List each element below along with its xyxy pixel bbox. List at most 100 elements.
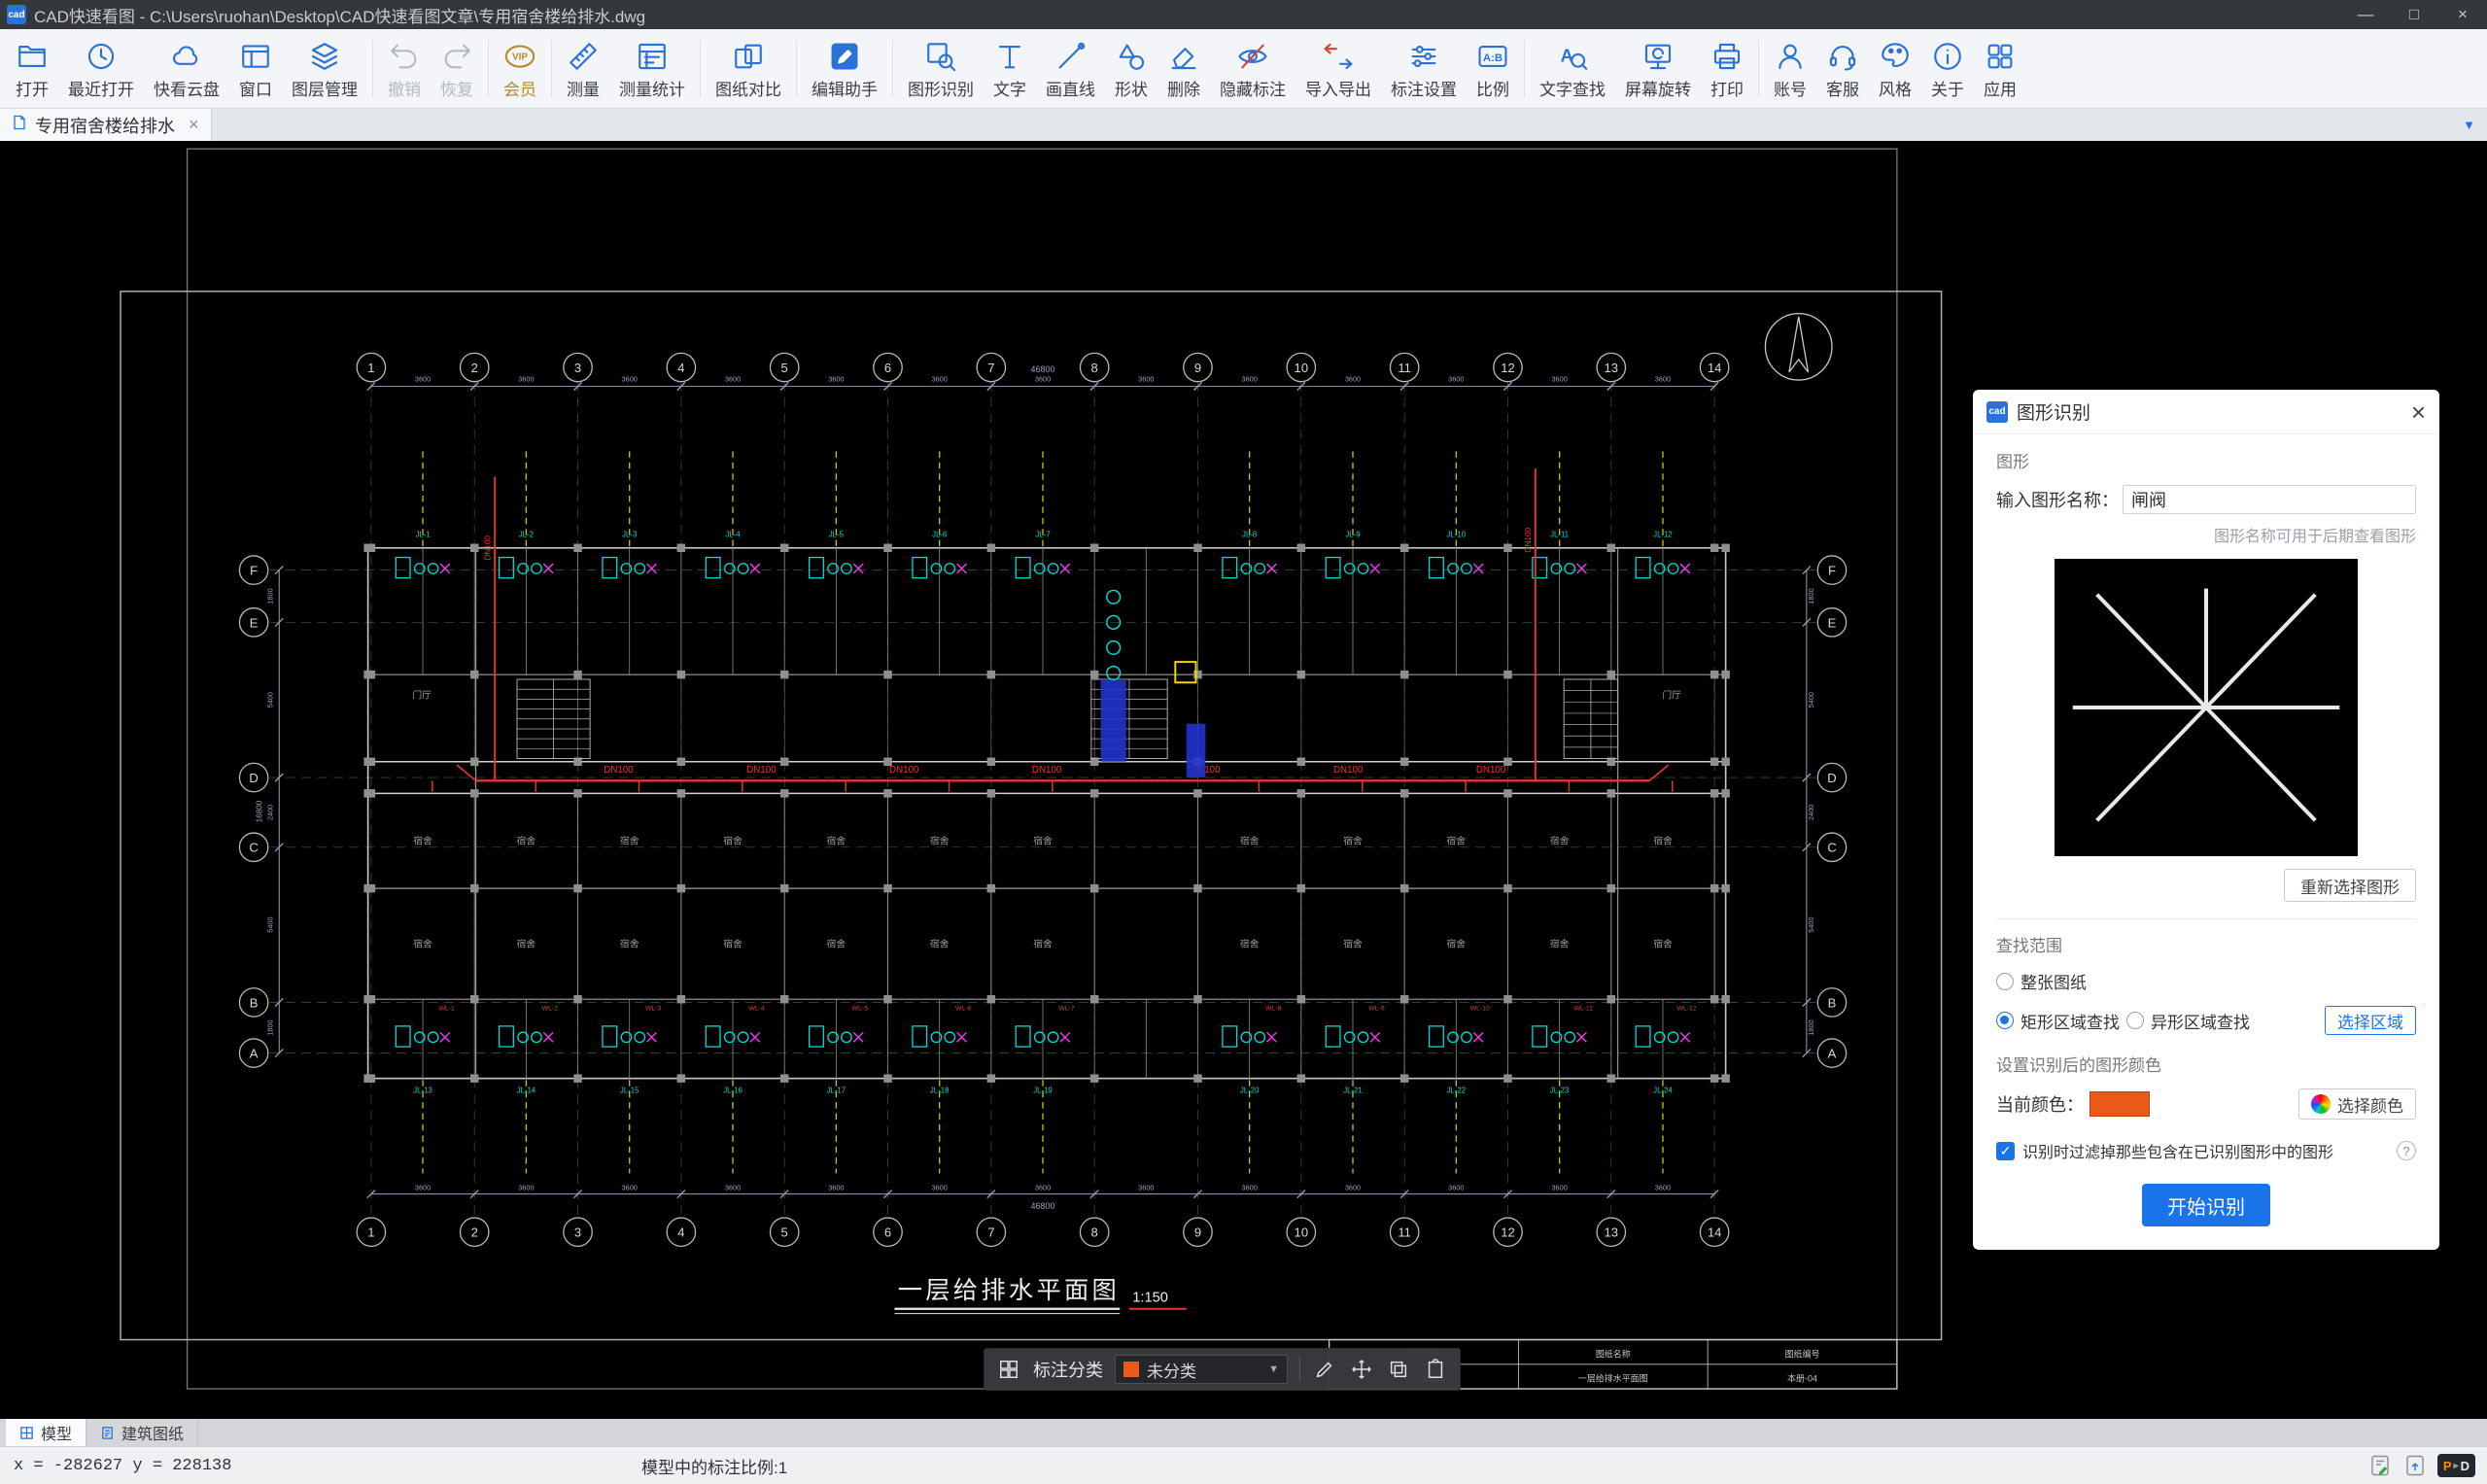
pdf-convert-icon[interactable]: P ▸ D xyxy=(2437,1454,2475,1477)
svg-text:JL-24: JL-24 xyxy=(1653,1086,1673,1094)
drawing-canvas[interactable]: 11223344556677889910101111121213131414FF… xyxy=(0,141,2487,1419)
start-recognition-button[interactable]: 开始识别 xyxy=(2142,1184,2270,1226)
select-color-button[interactable]: 选择颜色 xyxy=(2298,1088,2416,1120)
toolbar-about[interactable]: 关于 xyxy=(1921,34,1974,104)
dialog-header[interactable]: cad 图形识别 × xyxy=(1973,390,2439,434)
radio-whole-drawing[interactable] xyxy=(1996,973,2014,990)
toolbar-layers[interactable]: 图层管理 xyxy=(282,34,367,104)
app-logo-icon: cad xyxy=(7,5,26,24)
svg-text:3: 3 xyxy=(574,1225,581,1240)
toolbar-style[interactable]: 风格 xyxy=(1869,34,1921,104)
category-grid-icon[interactable] xyxy=(996,1357,1021,1382)
shape-name-hint: 图形名称可用于后期查看图形 xyxy=(1996,523,2416,546)
tab-close-icon[interactable]: × xyxy=(189,115,199,135)
paste-annotation-icon[interactable] xyxy=(1423,1357,1448,1382)
toolbar-annotation-settings[interactable]: 标注设置 xyxy=(1381,34,1467,104)
toolbar-scale[interactable]: A:B比例 xyxy=(1467,34,1519,104)
redo-icon xyxy=(440,38,473,75)
toolbar-line[interactable]: 画直线 xyxy=(1036,34,1105,104)
range-section-label: 查找范围 xyxy=(1996,932,2416,956)
toolbar-rotate[interactable]: 屏幕旋转 xyxy=(1615,34,1701,104)
svg-text:6: 6 xyxy=(884,1225,891,1240)
toolbar-recent[interactable]: 最近打开 xyxy=(58,34,144,104)
image-export-icon[interactable] xyxy=(2402,1453,2428,1478)
radio-poly-area[interactable] xyxy=(2126,1012,2144,1029)
account-icon xyxy=(1774,38,1807,75)
svg-text:3600: 3600 xyxy=(1655,1184,1671,1192)
svg-text:A: A xyxy=(250,1046,259,1060)
category-dropdown[interactable]: 未分类 ▼ xyxy=(1115,1355,1288,1384)
svg-text:46800: 46800 xyxy=(1031,1201,1055,1211)
svg-text:JL-13: JL-13 xyxy=(413,1086,432,1094)
edit-annotation-icon[interactable] xyxy=(1312,1357,1337,1382)
svg-text:一层给排水平面图: 一层给排水平面图 xyxy=(1578,1373,1648,1384)
toolbar-measure[interactable]: 测量 xyxy=(557,34,609,104)
tab-building-drawings[interactable]: 建筑图纸 xyxy=(86,1419,198,1446)
toolbar-recognition[interactable]: 图形识别 xyxy=(898,34,984,104)
tabbar-dropdown-icon[interactable]: ▼ xyxy=(2463,118,2475,132)
toolbar-vip[interactable]: VIP会员 xyxy=(494,34,546,104)
document-tab[interactable]: 专用宿舍楼给排水 × xyxy=(0,109,212,141)
help-icon[interactable]: ? xyxy=(2397,1141,2416,1160)
svg-text:宿舍: 宿舍 xyxy=(620,835,639,847)
minimize-button[interactable]: — xyxy=(2341,0,2390,29)
toolbar-delete[interactable]: 删除 xyxy=(1157,34,1210,104)
close-icon[interactable]: × xyxy=(2411,399,2426,425)
svg-text:宿舍: 宿舍 xyxy=(517,937,536,949)
svg-text:3600: 3600 xyxy=(1655,375,1671,384)
toolbar-shapes[interactable]: 形状 xyxy=(1105,34,1157,104)
reselect-shape-button[interactable]: 重新选择图形 xyxy=(2284,869,2416,902)
toolbar-text[interactable]: 文字 xyxy=(984,34,1036,104)
select-area-button[interactable]: 选择区域 xyxy=(2325,1006,2416,1035)
toolbar-account[interactable]: 账号 xyxy=(1764,34,1816,104)
toolbar-import-export[interactable]: 导入导出 xyxy=(1295,34,1381,104)
svg-text:3600: 3600 xyxy=(1345,1184,1361,1192)
toolbar-edit-assistant[interactable]: 编辑助手 xyxy=(802,34,887,104)
about-icon xyxy=(1931,38,1964,75)
toolbar-text-search[interactable]: A文字查找 xyxy=(1530,34,1615,104)
recent-icon xyxy=(85,38,118,75)
toolbar-open[interactable]: 打开 xyxy=(6,34,58,104)
copy-annotation-icon[interactable] xyxy=(1386,1357,1411,1382)
radio-poly-area-label: 异形区域查找 xyxy=(2151,1009,2250,1033)
svg-text:3600: 3600 xyxy=(415,1184,431,1192)
toolbar-support[interactable]: 客服 xyxy=(1816,34,1869,104)
toolbar-cloud[interactable]: 快看云盘 xyxy=(144,34,229,104)
toolbar-separator xyxy=(488,41,489,97)
toolbar-apps[interactable]: 应用 xyxy=(1974,34,2026,104)
radio-rect-area[interactable] xyxy=(1996,1012,2014,1029)
current-color-label: 当前颜色： xyxy=(1996,1091,2084,1117)
dialog-body: 图形 输入图形名称： 图形名称可用于后期查看图形 重新选择图形 查找范围 整张图… xyxy=(1973,434,2439,1250)
shape-name-input[interactable] xyxy=(2123,485,2416,514)
toolbar-compare[interactable]: 图纸对比 xyxy=(706,34,791,104)
divider xyxy=(1996,918,2416,919)
current-color-swatch[interactable] xyxy=(2090,1091,2150,1117)
svg-text:JL-21: JL-21 xyxy=(1343,1086,1363,1094)
filter-checkbox[interactable]: ✓ xyxy=(1996,1142,2015,1160)
toolbar-window[interactable]: 窗口 xyxy=(229,34,282,104)
document-tabbar: 专用宿舍楼给排水 × ▼ xyxy=(0,109,2487,141)
toolbar-label: 快看云盘 xyxy=(154,76,220,100)
annotation-export-icon[interactable] xyxy=(2367,1453,2393,1478)
svg-text:D: D xyxy=(1827,771,1836,785)
svg-text:3600: 3600 xyxy=(1241,1184,1257,1192)
toolbar-label: 撤销 xyxy=(388,76,421,100)
maximize-button[interactable]: □ xyxy=(2390,0,2438,29)
close-button[interactable]: × xyxy=(2438,0,2487,29)
tab-model[interactable]: 模型 xyxy=(6,1419,86,1446)
move-annotation-icon[interactable] xyxy=(1349,1357,1374,1382)
toolbar-hide[interactable]: 隐藏标注 xyxy=(1210,34,1295,104)
toolbar-label: 关于 xyxy=(1931,76,1964,100)
shape-name-row: 输入图形名称： xyxy=(1996,485,2416,514)
toolbar-undo: 撤销 xyxy=(378,34,431,104)
toolbar-print[interactable]: 打印 xyxy=(1701,34,1753,104)
svg-text:1: 1 xyxy=(367,361,374,375)
toolbar-measure-stats[interactable]: 测量统计 xyxy=(609,34,695,104)
rotate-icon xyxy=(1641,38,1675,75)
svg-text:3600: 3600 xyxy=(725,375,741,384)
shape-section-label: 图形 xyxy=(1996,448,2416,472)
scale-icon: A:B xyxy=(1476,38,1509,75)
toolbar-label: 风格 xyxy=(1879,76,1912,100)
support-icon xyxy=(1826,38,1859,75)
svg-text:图纸名称: 图纸名称 xyxy=(1596,1348,1631,1359)
